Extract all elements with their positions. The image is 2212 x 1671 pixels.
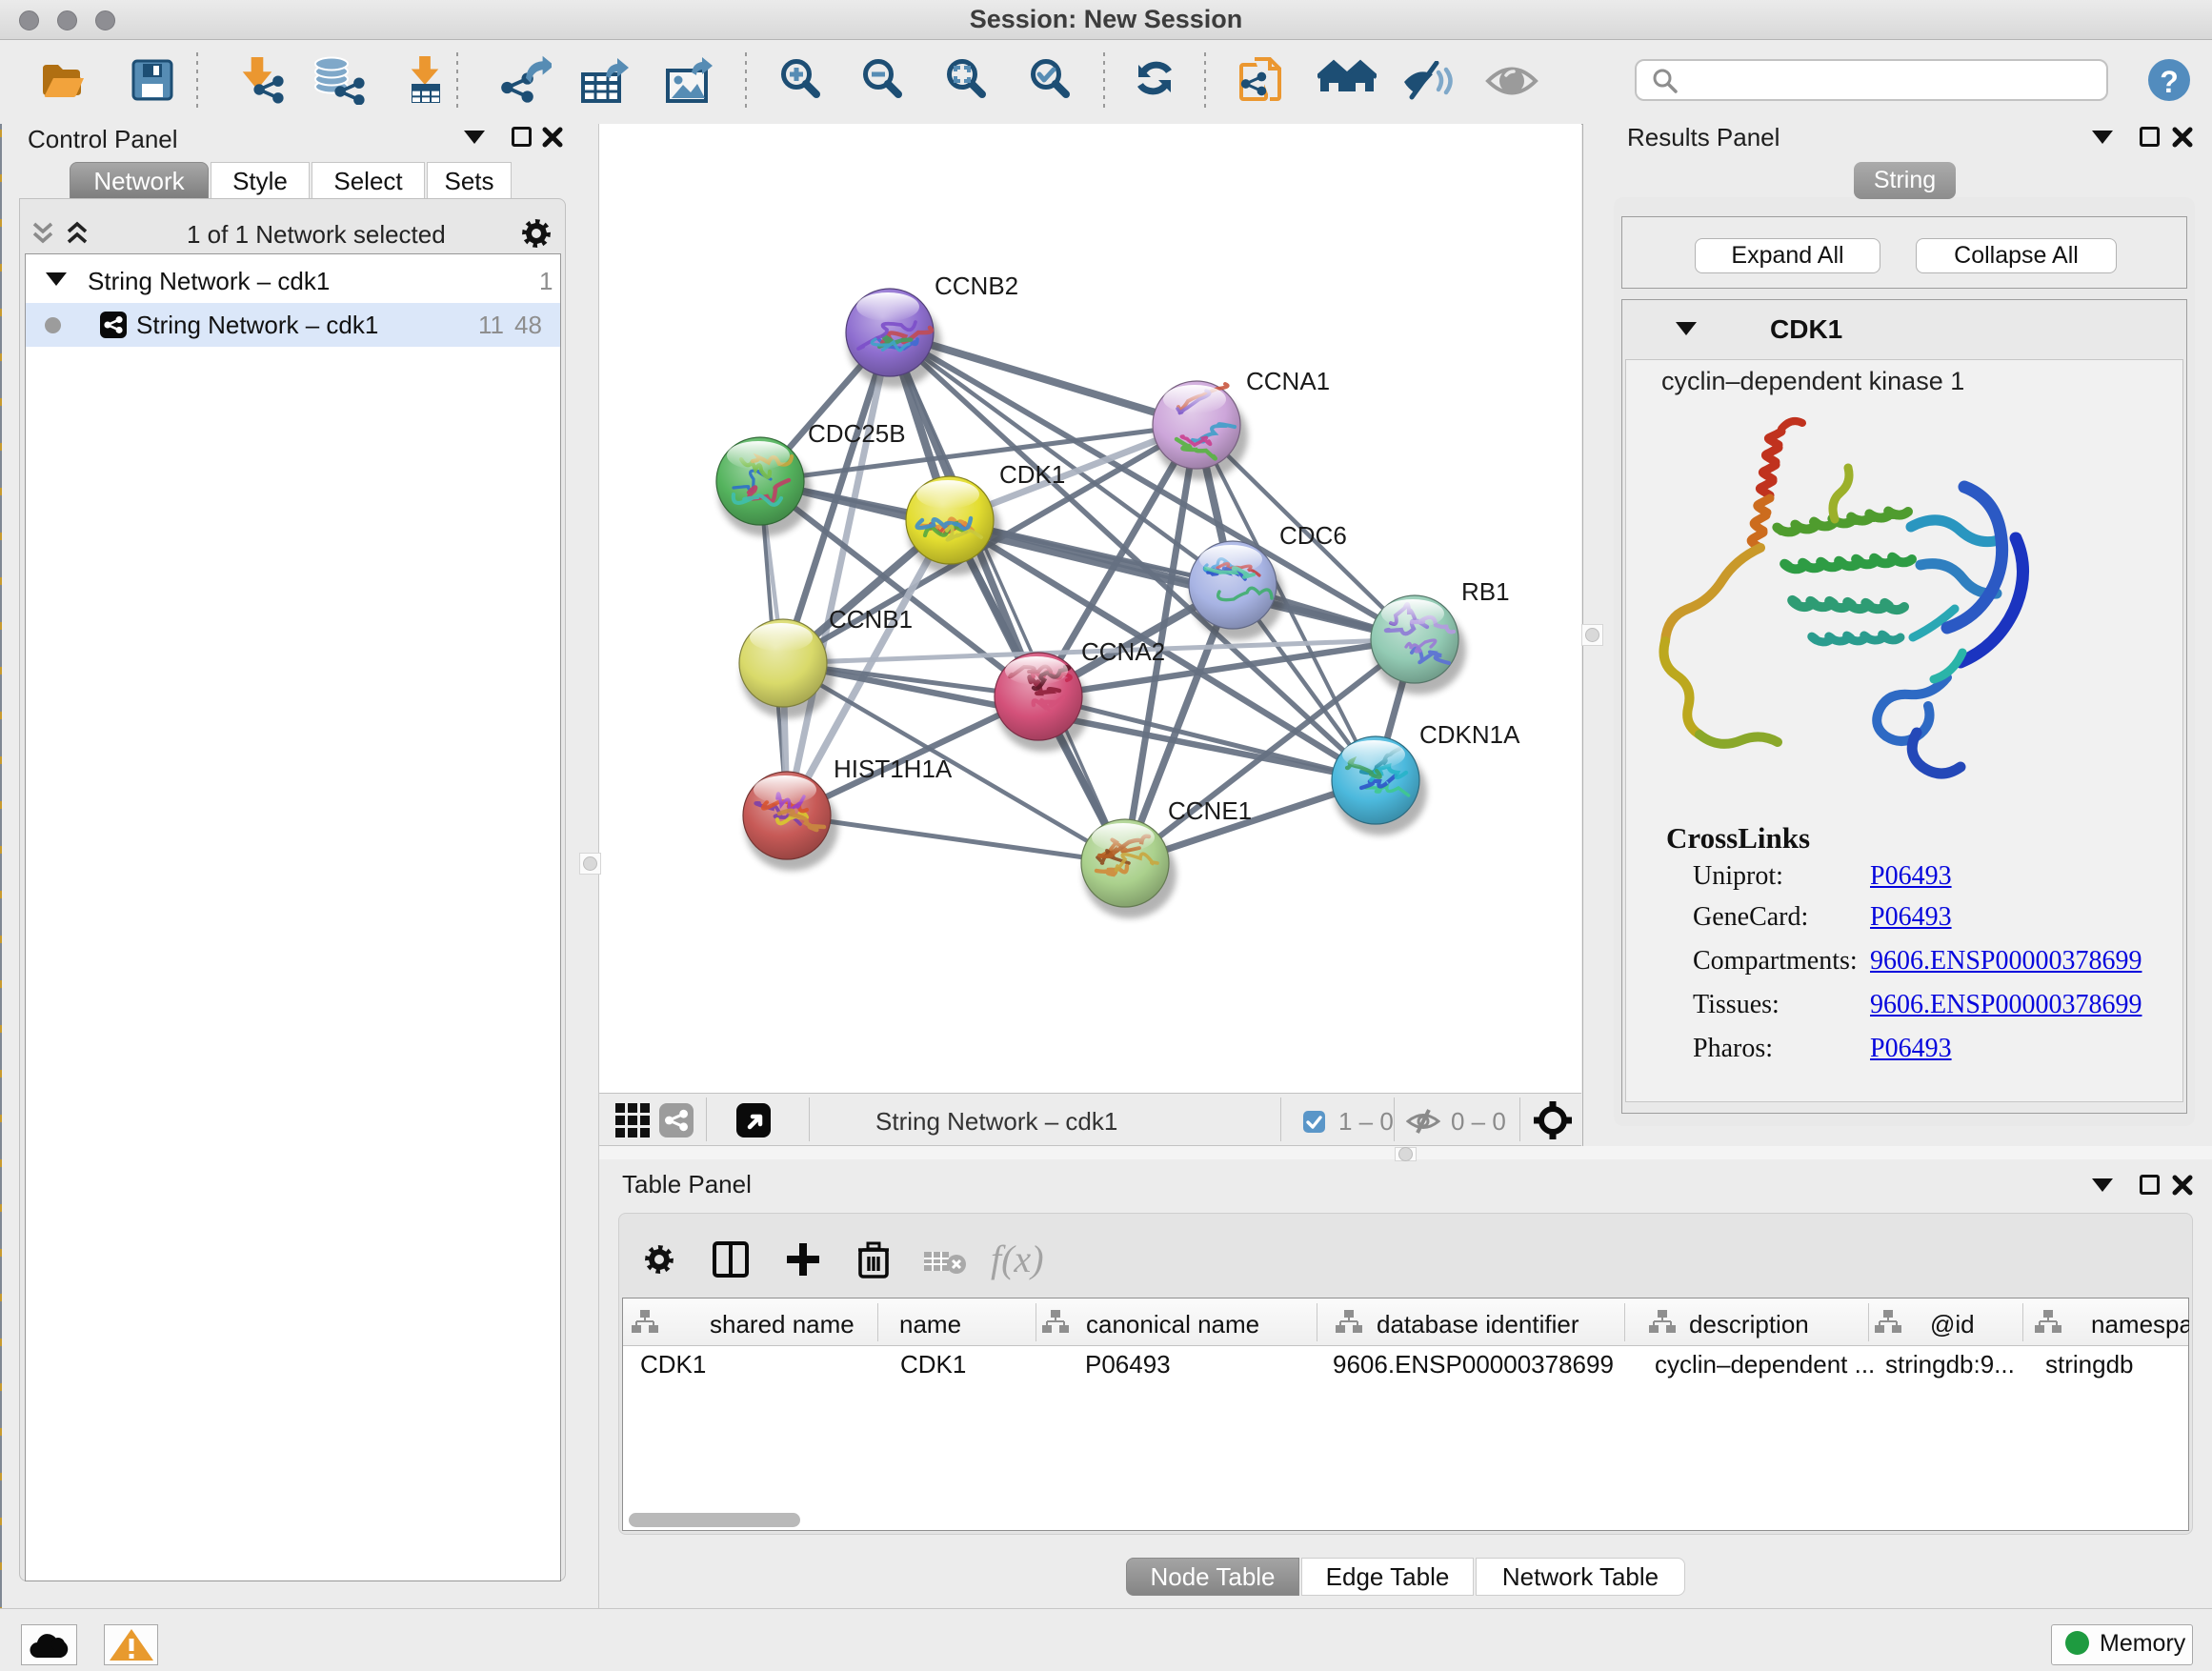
svg-text:CDK1: CDK1 <box>999 460 1065 489</box>
svg-text:CDKN1A: CDKN1A <box>1419 720 1520 749</box>
svg-text:CCNA2: CCNA2 <box>1081 637 1165 666</box>
svg-text:CCNE1: CCNE1 <box>1168 796 1252 825</box>
svg-text:HIST1H1A: HIST1H1A <box>834 755 953 783</box>
svg-text:RB1: RB1 <box>1461 577 1510 606</box>
svg-text:CCNB1: CCNB1 <box>829 605 913 634</box>
svg-text:CDC6: CDC6 <box>1279 521 1347 550</box>
svg-text:CCNA1: CCNA1 <box>1246 367 1330 395</box>
svg-text:CCNB2: CCNB2 <box>935 272 1018 300</box>
svg-text:CDC25B: CDC25B <box>808 419 906 448</box>
svg-text:?: ? <box>2160 65 2179 99</box>
